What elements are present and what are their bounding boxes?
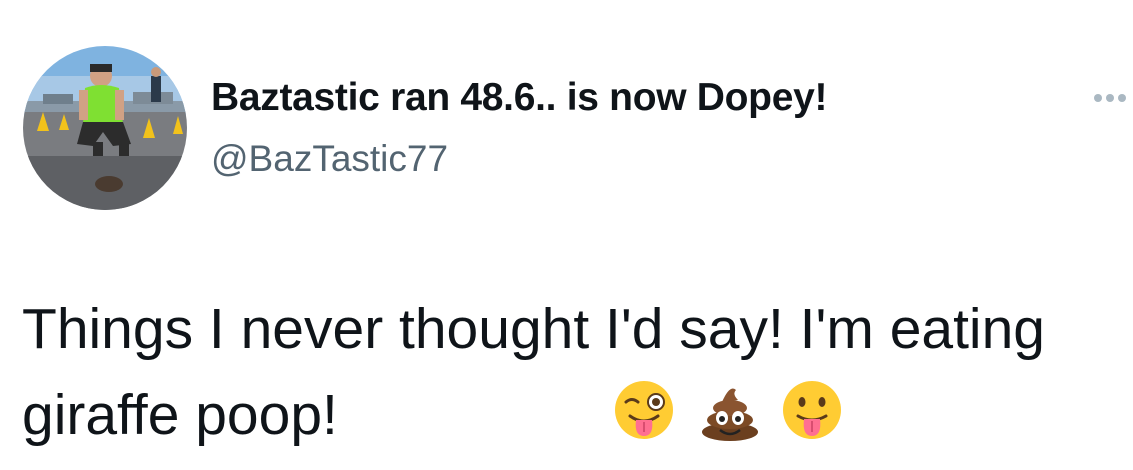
display-name[interactable]: Baztastic ran 48.6.. is now Dopey! xyxy=(211,76,827,120)
tweet-text: Things I never thought I'd say! I'm eati… xyxy=(22,297,1045,447)
ellipsis-icon xyxy=(1094,94,1126,102)
user-handle[interactable]: @BazTastic77 xyxy=(211,138,448,180)
runner-photo-avatar-icon xyxy=(23,46,187,210)
avatar[interactable] xyxy=(23,46,187,210)
more-options-button[interactable] xyxy=(1090,86,1130,110)
winking-face-with-tongue-icon xyxy=(612,378,676,442)
pile-of-poo-icon xyxy=(698,378,762,442)
face-with-tongue-icon xyxy=(780,378,844,442)
